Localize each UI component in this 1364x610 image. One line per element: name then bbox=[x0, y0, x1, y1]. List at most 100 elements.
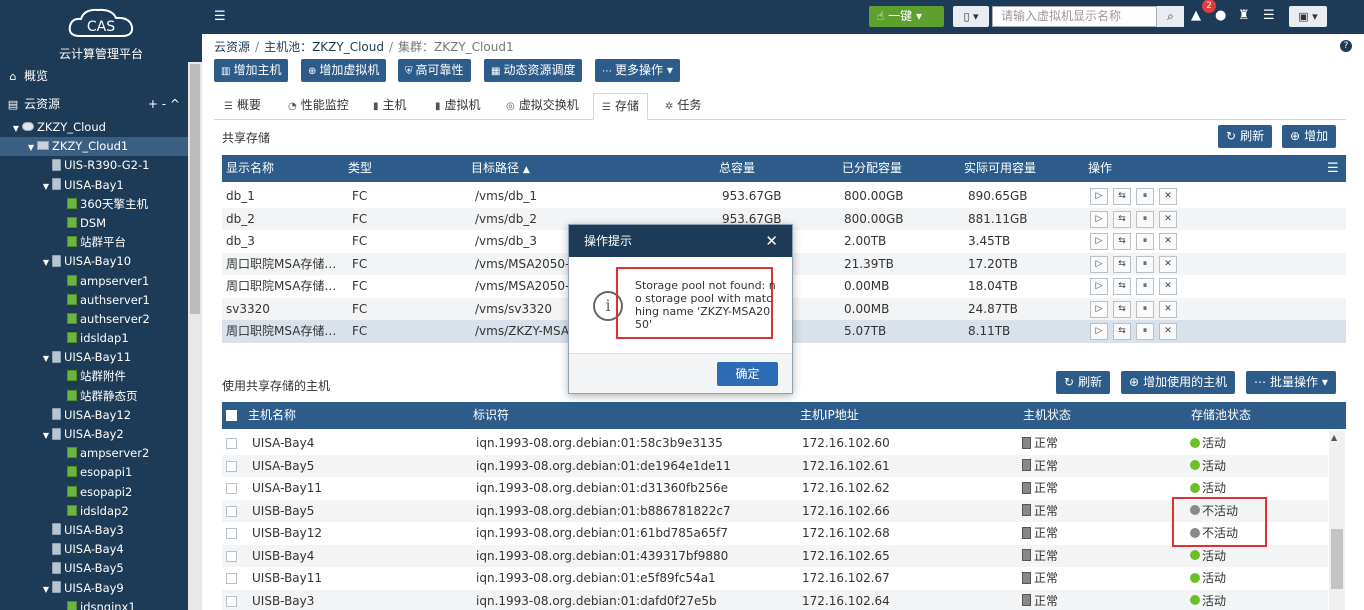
high-availability-button[interactable]: ⛨ 高可靠性 bbox=[398, 59, 471, 82]
storage-refresh-button[interactable]: ↻ 刷新 bbox=[1218, 125, 1273, 148]
device-menu-button[interactable]: ▯ ▾ bbox=[953, 6, 989, 27]
tab-vms[interactable]: ▮ 虚拟机 bbox=[427, 93, 489, 120]
menu-toggle-icon[interactable]: ☰ bbox=[214, 9, 226, 24]
storage-row[interactable]: db_1 FC/vms/db_1 953.67GB 800.00GB 890.65GB ▷… bbox=[222, 185, 1346, 208]
col-available[interactable]: 实际可用容量 bbox=[964, 155, 1036, 182]
expand-arrow-icon[interactable]: ▼ bbox=[40, 177, 52, 196]
search-input[interactable]: 请输入虚拟机显示名称 bbox=[992, 6, 1157, 27]
col-total[interactable]: 总容量 bbox=[719, 155, 755, 182]
migrate-icon[interactable]: ⇆ bbox=[1113, 210, 1131, 228]
host-row[interactable]: UISB-Bay3 iqn.1993-08.org.debian:01:dafd0… bbox=[222, 589, 1328, 610]
add-host-button[interactable]: ▥ 增加主机 bbox=[214, 59, 289, 82]
play-icon[interactable]: ▷ bbox=[1090, 278, 1108, 295]
expand-arrow-icon[interactable]: ▼ bbox=[40, 349, 52, 368]
tree-node[interactable]: idsldap2 bbox=[0, 502, 188, 521]
hosts-scroll-thumb[interactable] bbox=[1331, 529, 1343, 589]
col-display-name[interactable]: 显示名称 bbox=[226, 155, 274, 182]
play-icon[interactable]: ▷ bbox=[1090, 188, 1108, 205]
migrate-icon[interactable]: ⇆ bbox=[1113, 278, 1131, 295]
host-row[interactable]: UISB-Bay5 iqn.1993-08.org.debian:01:b8867… bbox=[222, 499, 1328, 522]
pause-icon[interactable]: ⏸ bbox=[1136, 255, 1154, 273]
tree-node[interactable]: UISA-Bay3 bbox=[0, 521, 188, 540]
tree-node[interactable]: idsnginx1 bbox=[0, 598, 188, 610]
host-row[interactable]: UISB-Bay12 iqn.1993-08.org.debian:01:61bd… bbox=[222, 522, 1328, 545]
sidebar-scrollbar[interactable] bbox=[188, 62, 202, 610]
pause-icon[interactable]: ⏸ bbox=[1136, 278, 1154, 295]
tree-node[interactable]: esopapi1 bbox=[0, 463, 188, 482]
tree-node[interactable]: ▼ UISA-Bay1 bbox=[0, 176, 188, 195]
play-icon[interactable]: ▷ bbox=[1090, 323, 1108, 340]
tree-node[interactable]: authserver2 bbox=[0, 310, 188, 329]
col-allocated[interactable]: 已分配容量 bbox=[842, 155, 902, 182]
select-all-checkbox[interactable] bbox=[226, 410, 237, 421]
delete-icon[interactable]: ✕ bbox=[1159, 323, 1177, 340]
host-row[interactable]: UISB-Bay4 iqn.1993-08.org.debian:01:43931… bbox=[222, 544, 1328, 567]
expand-arrow-icon[interactable]: ▼ bbox=[25, 138, 37, 157]
list-icon[interactable]: ☰ bbox=[1263, 8, 1275, 23]
tab-performance[interactable]: ◔ 性能监控 bbox=[280, 93, 357, 120]
breadcrumb-pool[interactable]: 主机池：ZKZY_Cloud bbox=[264, 40, 384, 54]
add-vm-button[interactable]: ⊕ 增加虚拟机 bbox=[301, 59, 387, 82]
migrate-icon[interactable]: ⇆ bbox=[1113, 300, 1131, 318]
tree-node[interactable]: UISA-Bay4 bbox=[0, 540, 188, 559]
delete-icon[interactable]: ✕ bbox=[1159, 233, 1177, 250]
row-checkbox[interactable] bbox=[226, 595, 237, 607]
play-icon[interactable]: ▷ bbox=[1090, 233, 1108, 250]
tree-node[interactable]: 站群平台 bbox=[0, 233, 188, 252]
tree-node[interactable]: ▼ UISA-Bay10 bbox=[0, 252, 188, 271]
host-row[interactable]: UISA-Bay5 iqn.1993-08.org.debian:01:de196… bbox=[222, 454, 1328, 477]
pause-icon[interactable]: ⏸ bbox=[1136, 233, 1154, 250]
tree-node[interactable]: authserver1 bbox=[0, 291, 188, 310]
pause-icon[interactable]: ⏸ bbox=[1136, 300, 1154, 318]
onekey-button[interactable]: ☝ 一键 ▾ bbox=[869, 6, 944, 27]
row-checkbox[interactable] bbox=[226, 460, 237, 472]
column-menu-icon[interactable]: ☰ bbox=[1327, 155, 1339, 182]
col-host-name[interactable]: 主机名称 bbox=[248, 402, 296, 429]
tree-node[interactable]: ▼ UISA-Bay9 bbox=[0, 579, 188, 598]
nav-overview[interactable]: ⌂ 概览 bbox=[0, 62, 202, 90]
tree-node[interactable]: 360天擎主机 bbox=[0, 195, 188, 214]
tab-tasks[interactable]: ✲ 任务 bbox=[657, 93, 709, 120]
hosts-refresh-button[interactable]: ↻ 刷新 bbox=[1056, 371, 1111, 394]
batch-actions-button[interactable]: ⋯ 批量操作 ▾ bbox=[1246, 371, 1336, 394]
host-row[interactable]: UISA-Bay11 iqn.1993-08.org.debian:01:d313… bbox=[222, 477, 1328, 500]
col-target-path[interactable]: 目标路径 ▲ bbox=[471, 155, 530, 184]
col-type[interactable]: 类型 bbox=[348, 155, 372, 182]
user-icon[interactable]: ● bbox=[1215, 8, 1226, 23]
migrate-icon[interactable]: ⇆ bbox=[1113, 233, 1131, 250]
close-icon[interactable]: ✕ bbox=[765, 225, 778, 257]
tree-node[interactable]: ▼ ZKZY_Cloud bbox=[0, 118, 188, 137]
tree-node[interactable]: 站群静态页 bbox=[0, 387, 188, 406]
migrate-icon[interactable]: ⇆ bbox=[1113, 188, 1131, 205]
col-host-state[interactable]: 主机状态 bbox=[1023, 402, 1071, 429]
play-icon[interactable]: ▷ bbox=[1090, 300, 1108, 318]
tree-node[interactable]: ▼ UISA-Bay2 bbox=[0, 425, 188, 444]
delete-icon[interactable]: ✕ bbox=[1159, 278, 1177, 295]
sidebar-scroll-thumb[interactable] bbox=[190, 64, 200, 314]
pause-icon[interactable]: ⏸ bbox=[1136, 188, 1154, 205]
nav-cloud-resources[interactable]: ▤ 云资源 + - ^ bbox=[0, 90, 202, 118]
scroll-up-icon[interactable]: ▲ bbox=[1331, 433, 1337, 442]
shirt-icon[interactable]: ♜ bbox=[1238, 8, 1250, 23]
host-row[interactable]: UISA-Bay4 iqn.1993-08.org.debian:01:58c3b… bbox=[222, 432, 1328, 455]
play-icon[interactable]: ▷ bbox=[1090, 255, 1108, 273]
pause-icon[interactable]: ⏸ bbox=[1136, 323, 1154, 340]
tab-summary[interactable]: ☰ 概要 bbox=[216, 93, 269, 120]
add-using-host-button[interactable]: ⊕ 增加使用的主机 bbox=[1121, 371, 1236, 394]
search-icon[interactable]: ⌕ bbox=[1157, 6, 1184, 27]
expand-arrow-icon[interactable]: ▼ bbox=[10, 119, 22, 138]
tree-node[interactable]: ampserver1 bbox=[0, 272, 188, 291]
drs-button[interactable]: ▦ 动态资源调度 bbox=[484, 59, 583, 82]
storage-add-button[interactable]: ⊕ 增加 bbox=[1282, 125, 1337, 148]
tree-node[interactable]: idsldap1 bbox=[0, 329, 188, 348]
delete-icon[interactable]: ✕ bbox=[1159, 255, 1177, 273]
tree-node[interactable]: ▼ ZKZY_Cloud1 bbox=[0, 137, 188, 157]
expand-arrow-icon[interactable]: ▼ bbox=[40, 253, 52, 272]
tree-node[interactable]: DSM bbox=[0, 214, 188, 233]
play-icon[interactable]: ▷ bbox=[1090, 210, 1108, 228]
row-checkbox[interactable] bbox=[226, 550, 237, 562]
host-row[interactable]: UISB-Bay11 iqn.1993-08.org.debian:01:e5f8… bbox=[222, 567, 1328, 590]
expand-arrow-icon[interactable]: ▼ bbox=[40, 426, 52, 445]
migrate-icon[interactable]: ⇆ bbox=[1113, 323, 1131, 340]
tab-vswitch[interactable]: ◎ 虚拟交换机 bbox=[498, 93, 587, 120]
